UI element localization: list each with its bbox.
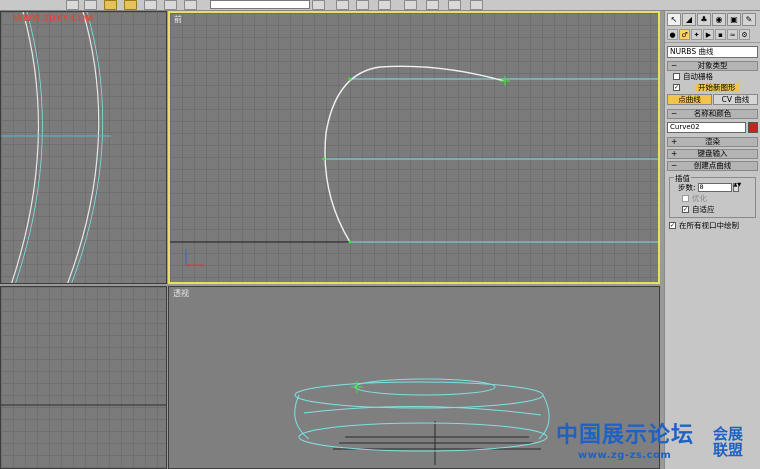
interpolation-group: 插值 步数: 8 ▲▼ 优化 ✓ 自适应 (669, 173, 756, 218)
object-category-dropdown[interactable]: NURBS 曲线 (667, 46, 758, 58)
create-sub-tabs: ● ♂ ✦ ▶ ▪ ≈ ⚙ (665, 28, 760, 43)
unlink-icon[interactable] (84, 0, 97, 10)
optimize-option[interactable]: 优化 (672, 193, 753, 204)
curve-type-buttons: 点曲线 CV 曲线 (667, 94, 758, 105)
viewport-front[interactable]: 前 (168, 11, 660, 284)
cameras-icon[interactable]: ▶ (703, 29, 714, 40)
geometry-icon[interactable]: ● (667, 29, 678, 40)
front-view-geometry (170, 65, 658, 266)
site-watermark: WWW.3DXY.COM (14, 13, 94, 23)
steps-input[interactable]: 8 (697, 182, 732, 192)
steps-spinner[interactable]: ▲▼ (732, 182, 741, 192)
draw-all-viewports-checkbox[interactable]: ✓ (669, 222, 676, 229)
top-left-geometry (1, 12, 111, 283)
name-color-rollout[interactable]: − 名称和颜色 (667, 109, 758, 119)
main-toolbar (0, 0, 760, 11)
motion-tab-icon[interactable]: ◉ (712, 13, 726, 26)
viewport-top-left[interactable] (0, 11, 167, 284)
select-by-name-icon[interactable] (144, 0, 157, 10)
create-point-curve-rollout[interactable]: − 创建点曲线 (667, 161, 758, 171)
panel-tabs: ↖ ◢ ♣ ◉ ▣ ✎ (665, 11, 760, 28)
forum-watermark-title: 中国展示论坛 (556, 423, 695, 448)
curve-editor-icon[interactable] (378, 0, 391, 10)
move-icon[interactable] (164, 0, 177, 10)
lights-icon[interactable]: ✦ (691, 29, 702, 40)
auto-grid-checkbox[interactable] (673, 73, 680, 80)
mirror-icon[interactable] (312, 0, 325, 10)
interpolation-group-title: 插值 (674, 173, 691, 184)
quick-render-icon[interactable] (470, 0, 483, 10)
forum-watermark-side: 会展 联盟 (713, 425, 744, 459)
bottom-left-geometry (1, 404, 166, 406)
shapes-icon[interactable]: ♂ (679, 29, 690, 40)
select-region-icon[interactable] (124, 0, 137, 10)
link-icon[interactable] (66, 0, 79, 10)
select-icon[interactable] (104, 0, 117, 10)
draw-all-viewports-option[interactable]: ✓ 在所有视口中绘制 (665, 220, 760, 231)
keyboard-entry-rollout[interactable]: + 键盘输入 (667, 149, 758, 159)
material-editor-icon[interactable] (404, 0, 417, 10)
align-icon[interactable] (336, 0, 349, 10)
start-new-shape-checkbox[interactable]: ✓ (673, 84, 680, 91)
viewport-bottom-left[interactable] (0, 286, 167, 469)
object-name-input[interactable]: Curve02 (667, 122, 746, 133)
object-color-swatch[interactable] (748, 122, 758, 133)
render-setup-icon[interactable] (426, 0, 439, 10)
nurbs-curve (324, 65, 505, 243)
adaptive-checkbox[interactable]: ✓ (682, 206, 689, 213)
optimize-checkbox[interactable] (682, 195, 689, 202)
display-tab-icon[interactable]: ▣ (727, 13, 741, 26)
adaptive-option[interactable]: ✓ 自适应 (672, 204, 753, 215)
helpers-icon[interactable]: ▪ (715, 29, 726, 40)
named-selection-field[interactable] (210, 0, 310, 9)
systems-icon[interactable]: ⚙ (739, 29, 750, 40)
layer-icon[interactable] (356, 0, 369, 10)
utilities-tab-icon[interactable]: ✎ (742, 13, 756, 26)
hierarchy-tab-icon[interactable]: ♣ (697, 13, 711, 26)
rendering-rollout[interactable]: + 渲染 (667, 137, 758, 147)
object-type-rollout[interactable]: − 对象类型 (667, 61, 758, 71)
start-new-shape-option[interactable]: ✓ 开始新图形 (665, 82, 760, 93)
forum-watermark: 中国展示论坛 www.zg-zs.com 会展 联盟 (556, 423, 743, 462)
forum-watermark-url: www.zg-zs.com (578, 450, 672, 461)
rotate-icon[interactable] (184, 0, 197, 10)
command-panel: ↖ ◢ ♣ ◉ ▣ ✎ ● ♂ ✦ ▶ ▪ ≈ ⚙ NURBS 曲线 − 对象类型… (664, 11, 760, 469)
create-tab-icon[interactable]: ↖ (667, 13, 681, 26)
spacewarps-icon[interactable]: ≈ (727, 29, 738, 40)
render-frame-icon[interactable] (448, 0, 461, 10)
auto-grid-option[interactable]: 自动栅格 (665, 71, 760, 82)
modify-tab-icon[interactable]: ◢ (682, 13, 696, 26)
cv-curve-button[interactable]: CV 曲线 (713, 94, 758, 105)
name-color-row: Curve02 (667, 122, 758, 133)
point-curve-button[interactable]: 点曲线 (667, 94, 712, 105)
